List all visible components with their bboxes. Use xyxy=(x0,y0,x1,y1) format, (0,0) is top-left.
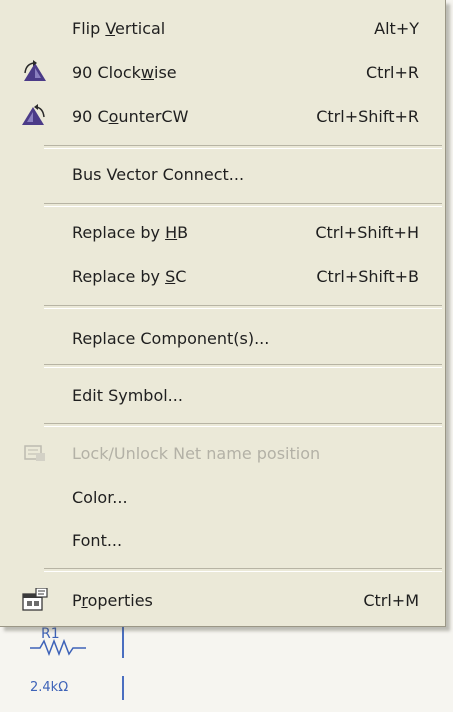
menu-item-shortcut: Ctrl+M xyxy=(363,590,419,610)
menu-separator xyxy=(44,364,442,368)
menu-separator xyxy=(44,203,442,207)
menu-item-replace-by-hb[interactable]: Replace by HB Ctrl+Shift+H xyxy=(0,212,445,252)
menu-item-label: Properties xyxy=(72,590,153,610)
resistor-value: 2.4kΩ xyxy=(30,680,69,695)
menu-item-bus-vector-connect[interactable]: Bus Vector Connect... xyxy=(0,154,445,194)
menu-item-label: 90 Clockwise xyxy=(72,62,177,82)
schematic-canvas: R1 2.4kΩ Flip Vertical Alt+Y 90 Clockwis… xyxy=(0,0,453,712)
menu-item-lock-unlock-net-name[interactable]: Lock/Unlock Net name position xyxy=(0,433,445,473)
rotate-counterclockwise-icon xyxy=(22,104,48,128)
menu-item-label: Replace by HB xyxy=(72,222,189,242)
rotate-clockwise-icon xyxy=(22,60,48,84)
menu-separator xyxy=(44,145,442,149)
menu-item-label: Font... xyxy=(72,530,123,550)
resistor-symbol[interactable] xyxy=(30,636,90,656)
menu-separator xyxy=(44,423,442,427)
menu-item-rotate-counterclockwise[interactable]: 90 CounterCW Ctrl+Shift+R xyxy=(0,96,445,136)
menu-item-shortcut: Ctrl+Shift+B xyxy=(316,266,419,286)
menu-item-label: Bus Vector Connect... xyxy=(72,164,245,184)
menu-item-flip-vertical[interactable]: Flip Vertical Alt+Y xyxy=(0,8,445,48)
menu-item-color[interactable]: Color... xyxy=(0,477,445,517)
context-menu: Flip Vertical Alt+Y 90 Clockwise Ctrl+R xyxy=(0,0,446,627)
menu-item-shortcut: Ctrl+Shift+H xyxy=(315,222,419,242)
menu-item-label: Lock/Unlock Net name position xyxy=(72,443,321,463)
menu-item-label: 90 CounterCW xyxy=(72,106,189,126)
lock-net-name-icon xyxy=(22,441,48,465)
menu-item-label: Replace Component(s)... xyxy=(72,328,270,348)
menu-item-shortcut: Ctrl+R xyxy=(366,62,419,82)
menu-item-replace-by-sc[interactable]: Replace by SC Ctrl+Shift+B xyxy=(0,256,445,296)
menu-separator xyxy=(44,305,442,309)
menu-item-edit-symbol[interactable]: Edit Symbol... xyxy=(0,375,445,415)
menu-item-font[interactable]: Font... xyxy=(0,520,445,560)
menu-item-rotate-clockwise[interactable]: 90 Clockwise Ctrl+R xyxy=(0,52,445,92)
menu-item-replace-components[interactable]: Replace Component(s)... xyxy=(0,318,445,358)
menu-item-properties[interactable]: Properties Ctrl+M xyxy=(0,580,445,620)
menu-item-label: Replace by SC xyxy=(72,266,187,286)
menu-item-label: Edit Symbol... xyxy=(72,385,183,405)
menu-separator xyxy=(44,568,442,572)
schematic-wire-lower xyxy=(122,676,124,700)
menu-item-label: Color... xyxy=(72,487,128,507)
schematic-wire-upper xyxy=(122,626,124,658)
menu-item-shortcut: Alt+Y xyxy=(374,18,419,38)
menu-item-shortcut: Ctrl+Shift+R xyxy=(316,106,419,126)
menu-item-label: Flip Vertical xyxy=(72,18,166,38)
properties-icon xyxy=(22,587,48,612)
